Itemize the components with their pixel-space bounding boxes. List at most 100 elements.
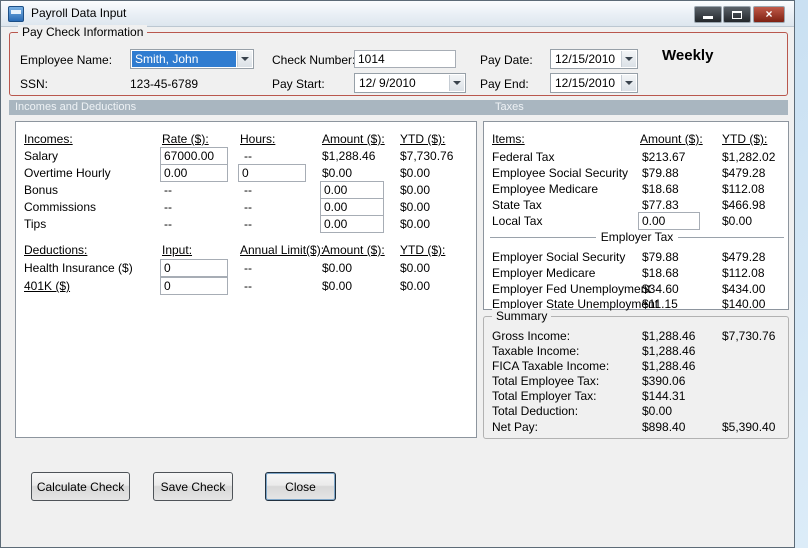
summary-row-amount: $0.00 (642, 404, 673, 418)
pay-date-picker[interactable]: 12/15/2010 (550, 49, 638, 69)
overtime-ytd: $0.00 (400, 166, 431, 180)
employer-tax-divider-label: Employer Tax (600, 230, 674, 244)
minimize-button[interactable] (694, 6, 722, 23)
tax-row-ytd: $0.00 (722, 214, 753, 228)
summary-row-amount: $390.06 (642, 374, 686, 388)
pay-end-picker[interactable]: 12/15/2010 (550, 73, 638, 93)
tax-row-ytd: $434.00 (722, 282, 766, 296)
401k-amount: $0.00 (322, 279, 353, 293)
chevron-down-icon[interactable] (449, 75, 464, 91)
close-check-button[interactable]: Close (265, 472, 336, 501)
summary-row-label: Total Employee Tax: (492, 374, 600, 388)
salary-hours: -- (244, 149, 252, 163)
salary-rate-input[interactable] (160, 147, 228, 165)
maximize-button[interactable] (723, 6, 751, 23)
dropdown-arrow-icon (241, 57, 249, 61)
tax-row-label: Employee Social Security (492, 166, 629, 180)
commissions-amount-input[interactable] (320, 198, 384, 216)
tax-row-ytd: $466.98 (722, 198, 766, 212)
401k-ytd: $0.00 (400, 279, 431, 293)
bonus-ytd: $0.00 (400, 183, 431, 197)
dropdown-arrow-icon (453, 81, 461, 85)
salary-ytd: $7,730.76 (400, 149, 454, 163)
chevron-down-icon[interactable] (621, 75, 636, 91)
dropdown-arrow-icon (625, 57, 633, 61)
dropdown-arrow-icon (625, 81, 633, 85)
summary-row-label: Total Employer Tax: (492, 389, 597, 403)
minimize-icon (703, 16, 713, 19)
bonus-rate: -- (164, 183, 172, 197)
bonus-amount-input[interactable] (320, 181, 384, 199)
summary-row-label: Net Pay: (492, 420, 539, 434)
tips-hours: -- (244, 217, 252, 231)
tips-rate: -- (164, 217, 172, 231)
401k-input[interactable] (160, 277, 228, 295)
pay-frequency-label: Weekly (662, 47, 714, 64)
chevron-down-icon[interactable] (237, 51, 252, 67)
salary-amount: $1,288.46 (322, 149, 376, 163)
summary-row-label: Gross Income: (492, 329, 571, 343)
paycheck-info-group: Pay Check Information Employee Name: Smi… (9, 25, 788, 96)
tax-row-amount: $11.15 (642, 297, 678, 311)
employee-name-label: Employee Name: (20, 53, 113, 67)
desktop: Payroll Data Input × Pay Check Informati… (0, 0, 808, 548)
col-header-hours: Hours: (240, 132, 276, 146)
tax-row-ytd: $1,282.02 (722, 150, 776, 164)
overtime-hours-input[interactable] (238, 164, 306, 182)
tax-row-label: Employer Fed Unemployment (492, 282, 651, 296)
summary-row-amount: $1,288.46 (642, 344, 696, 358)
local-tax-input[interactable] (638, 212, 700, 230)
col-header-amount: Amount ($): (322, 132, 385, 146)
overtime-rate-input[interactable] (160, 164, 228, 182)
tax-row-amount: $77.83 (642, 198, 679, 212)
bonus-hours: -- (244, 183, 252, 197)
health-insurance-amount: $0.00 (322, 261, 353, 275)
health-insurance-input[interactable] (160, 259, 228, 277)
tax-row-label: Local Tax (492, 214, 543, 228)
tax-row-amount: $34.60 (642, 282, 679, 296)
titlebar[interactable]: Payroll Data Input × (1, 1, 794, 27)
income-row-label: Tips (24, 217, 47, 231)
deduction-row-label: Health Insurance ($) (24, 261, 133, 275)
col-header-deductions: Deductions: (24, 243, 88, 257)
payroll-window: Payroll Data Input × Pay Check Informati… (0, 0, 795, 548)
tax-row-ytd: $479.28 (722, 250, 766, 264)
col-header-incomes: Incomes: (24, 132, 73, 146)
col-header-items: Items: (492, 132, 525, 146)
summary-group: Summary Gross Income: $1,288.46 $7,730.7… (483, 309, 789, 439)
tax-row-label: Employee Medicare (492, 182, 599, 196)
tax-row-label: Employer Social Security (492, 250, 626, 264)
income-row-label: Commissions (24, 200, 97, 214)
employer-tax-divider: Employer Tax (490, 230, 784, 244)
col-header-tax-ytd: YTD ($): (722, 132, 768, 146)
summary-row-ytd: $5,390.40 (722, 420, 776, 434)
check-number-input[interactable] (354, 50, 456, 68)
maximize-icon (732, 11, 742, 19)
overtime-amount: $0.00 (322, 166, 353, 180)
tax-row-amount: $79.88 (642, 250, 679, 264)
summary-row-label: FICA Taxable Income: (492, 359, 610, 373)
taxes-section-header: Taxes (495, 101, 524, 113)
pay-start-picker[interactable]: 12/ 9/2010 (354, 73, 466, 93)
save-check-button[interactable]: Save Check (153, 472, 233, 501)
tax-row-label: Federal Tax (492, 150, 555, 164)
summary-row-label: Total Deduction: (492, 404, 579, 418)
tips-ytd: $0.00 (400, 217, 431, 231)
calculate-check-button[interactable]: Calculate Check (31, 472, 130, 501)
chevron-down-icon[interactable] (621, 51, 636, 67)
summary-group-label: Summary (492, 309, 552, 323)
employee-name-value: Smith, John (132, 51, 236, 67)
close-button[interactable]: × (753, 6, 785, 23)
pay-start-value: 12/ 9/2010 (359, 76, 416, 90)
employee-name-select[interactable]: Smith, John (130, 49, 254, 69)
income-row-label: Salary (24, 149, 59, 163)
commissions-ytd: $0.00 (400, 200, 431, 214)
income-row-label: Bonus (24, 183, 59, 197)
summary-row-amount: $1,288.46 (642, 329, 696, 343)
taxes-panel: Items: Amount ($): YTD ($): Federal Tax … (483, 121, 789, 311)
tax-row-label: State Tax (492, 198, 542, 212)
commissions-hours: -- (244, 200, 252, 214)
tax-row-amount: $213.67 (642, 150, 686, 164)
summary-row-amount: $898.40 (642, 420, 686, 434)
tips-amount-input[interactable] (320, 215, 384, 233)
